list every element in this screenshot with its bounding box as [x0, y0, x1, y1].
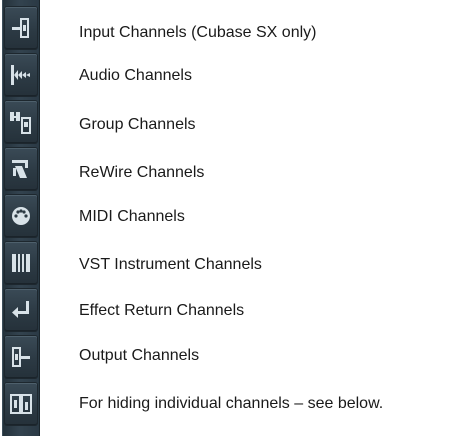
group-channels-button[interactable] [5, 101, 37, 143]
audio-channels-label: Audio Channels [79, 67, 192, 84]
vst-instrument-channel-icon [9, 250, 33, 276]
input-channels-button[interactable] [5, 7, 37, 49]
output-channel-icon [10, 344, 32, 370]
channel-type-strip [2, 0, 40, 436]
rewire-channel-icon [10, 156, 32, 182]
midi-channel-icon [9, 203, 33, 229]
input-channels-label: Input Channels (Cubase SX only) [79, 24, 317, 41]
group-channels-label: Group Channels [79, 116, 196, 133]
rewire-channels-button[interactable] [5, 148, 37, 190]
input-channel-icon [10, 15, 32, 41]
midi-channels-button[interactable] [5, 195, 37, 237]
audio-channel-icon [9, 62, 33, 88]
output-channels-label: Output Channels [79, 347, 200, 364]
output-channels-button[interactable] [5, 336, 37, 378]
effect-return-channels-button[interactable] [5, 289, 37, 331]
effect-return-channel-icon [9, 297, 33, 323]
vst-instrument-channels-label: VST Instrument Channels [79, 256, 262, 273]
hide-channels-label: For hiding individual channels – see bel… [79, 395, 384, 412]
audio-channels-button[interactable] [5, 54, 37, 96]
vst-instrument-channels-button[interactable] [5, 242, 37, 284]
midi-channels-label: MIDI Channels [79, 208, 185, 225]
rewire-channels-label: ReWire Channels [79, 164, 205, 181]
hide-channels-button[interactable] [5, 383, 37, 425]
group-channel-icon [9, 109, 33, 135]
hide-channels-icon [9, 391, 33, 417]
effect-return-channels-label: Effect Return Channels [79, 302, 245, 319]
